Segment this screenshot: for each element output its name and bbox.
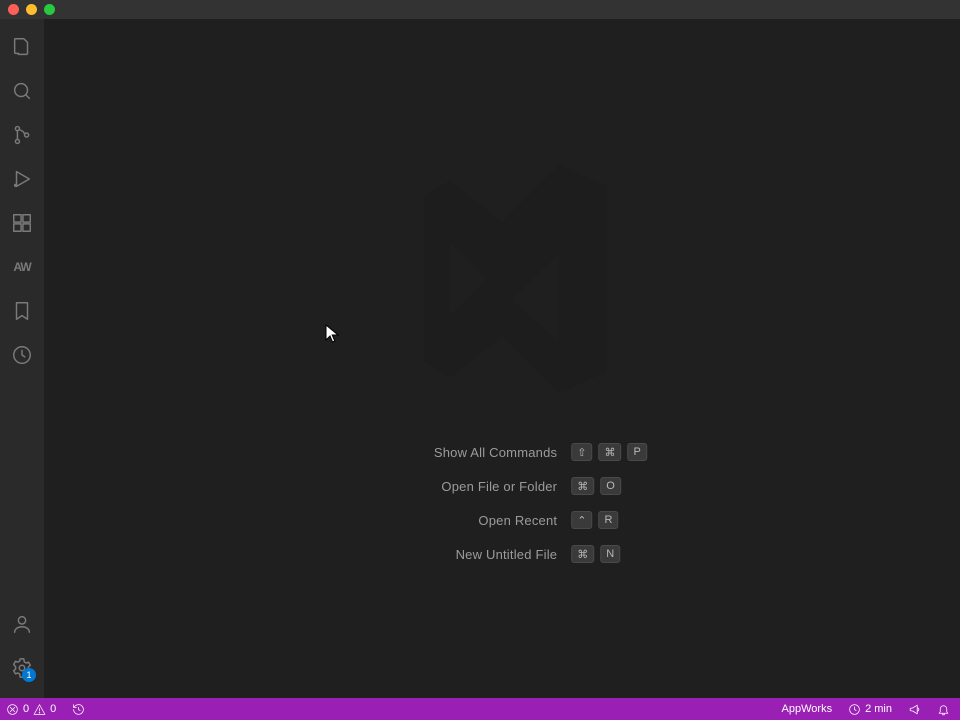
action-keys: ⌘ O: [571, 477, 621, 495]
settings-icon[interactable]: 1: [0, 646, 44, 690]
status-time-label: 2 min: [865, 703, 892, 715]
window-close-button[interactable]: [8, 4, 19, 15]
action-label: Open File or Folder: [357, 479, 557, 494]
quick-actions: Show All Commands ⇧ ⌘ P Open File or Fol…: [357, 443, 647, 563]
action-open-file-or-folder[interactable]: Open File or Folder ⌘ O: [357, 477, 647, 495]
activity-bar: AW 1: [0, 19, 44, 698]
key: O: [600, 477, 621, 495]
run-debug-icon[interactable]: [0, 157, 44, 201]
action-label: Open Recent: [357, 513, 557, 528]
key: R: [598, 511, 618, 529]
key: ⌘: [598, 443, 621, 461]
status-problems[interactable]: 0 0: [2, 698, 60, 720]
appworks-icon-label: AW: [13, 260, 30, 274]
editor-area: Show All Commands ⇧ ⌘ P Open File or Fol…: [44, 19, 960, 698]
key: P: [627, 443, 646, 461]
timeline-icon[interactable]: [0, 333, 44, 377]
history-icon: [72, 703, 85, 716]
bell-icon: [937, 703, 950, 716]
status-time[interactable]: 2 min: [844, 698, 896, 720]
key: ⌘: [571, 545, 594, 563]
bookmarks-icon[interactable]: [0, 289, 44, 333]
action-label: Show All Commands: [357, 445, 557, 460]
status-appworks-label: AppWorks: [782, 703, 833, 715]
account-icon[interactable]: [0, 602, 44, 646]
clock-icon: [848, 703, 861, 716]
key: ⇧: [571, 443, 592, 461]
status-appworks[interactable]: AppWorks: [778, 698, 837, 720]
action-open-recent[interactable]: Open Recent ⌃ R: [357, 511, 647, 529]
error-circle-icon: [6, 703, 19, 716]
search-icon[interactable]: [0, 69, 44, 113]
status-bar: 0 0 AppWorks 2 min: [0, 698, 960, 720]
action-keys: ⌘ N: [571, 545, 620, 563]
warning-triangle-icon: [33, 703, 46, 716]
action-keys: ⌃ R: [571, 511, 618, 529]
action-show-all-commands[interactable]: Show All Commands ⇧ ⌘ P: [357, 443, 647, 461]
vscode-watermark-icon: [372, 149, 632, 414]
action-label: New Untitled File: [357, 547, 557, 562]
settings-badge: 1: [22, 668, 36, 682]
title-bar: [0, 0, 960, 19]
status-warning-count: 0: [50, 703, 56, 715]
action-keys: ⇧ ⌘ P: [571, 443, 647, 461]
action-new-untitled-file[interactable]: New Untitled File ⌘ N: [357, 545, 647, 563]
megaphone-icon: [908, 703, 921, 716]
window-minimize-button[interactable]: [26, 4, 37, 15]
explorer-icon[interactable]: [0, 25, 44, 69]
key: ⌃: [571, 511, 592, 529]
status-notifications[interactable]: [933, 698, 954, 720]
appworks-icon[interactable]: AW: [0, 245, 44, 289]
source-control-icon[interactable]: [0, 113, 44, 157]
window-zoom-button[interactable]: [44, 4, 55, 15]
key: ⌘: [571, 477, 594, 495]
key: N: [600, 545, 620, 563]
status-history[interactable]: [68, 698, 89, 720]
mouse-cursor-icon: [325, 324, 339, 349]
status-error-count: 0: [23, 703, 29, 715]
status-feedback[interactable]: [904, 698, 925, 720]
extensions-icon[interactable]: [0, 201, 44, 245]
